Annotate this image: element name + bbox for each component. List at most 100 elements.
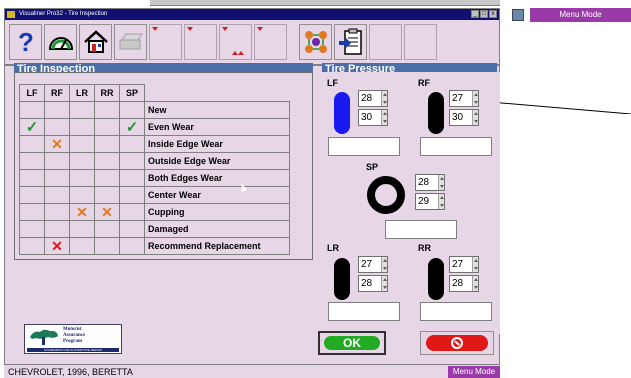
column-header-lf: LF bbox=[19, 84, 45, 102]
inspection-cell-lf[interactable] bbox=[19, 186, 45, 204]
rr-spec-pressure[interactable]: 27 bbox=[449, 256, 479, 273]
inspection-cell-rr[interactable] bbox=[94, 169, 120, 187]
spinner-arrows-icon[interactable] bbox=[381, 257, 387, 272]
rr-tire-icon bbox=[428, 258, 444, 300]
inspection-cell-sp[interactable]: ✓ bbox=[119, 118, 145, 136]
sp-spec-pressure[interactable]: 28 bbox=[415, 174, 445, 191]
lf-actual-pressure[interactable]: 30 bbox=[358, 109, 388, 126]
inspection-cell-lf[interactable] bbox=[19, 101, 45, 119]
toolbar-slot-4[interactable] bbox=[254, 24, 287, 60]
ok-button[interactable]: OK bbox=[318, 331, 386, 355]
inspection-cell-rf[interactable]: ✕ bbox=[44, 237, 70, 255]
toolbar-slot-2[interactable] bbox=[184, 24, 217, 60]
inspection-cell-lr[interactable] bbox=[69, 186, 95, 204]
inspection-cell-rf[interactable]: ✕ bbox=[44, 135, 70, 153]
inspection-cell-rf[interactable] bbox=[44, 152, 70, 170]
inspection-condition-label: Cupping bbox=[144, 203, 290, 221]
inspection-cell-sp[interactable] bbox=[119, 152, 145, 170]
inspection-cell-sp[interactable] bbox=[119, 135, 145, 153]
lr-spec-pressure[interactable]: 27 bbox=[358, 256, 388, 273]
inspection-cell-sp[interactable] bbox=[119, 237, 145, 255]
inspection-cell-rr[interactable] bbox=[94, 186, 120, 204]
inspection-cell-rf[interactable] bbox=[44, 169, 70, 187]
clipboard-export-icon bbox=[338, 28, 362, 55]
inspection-row: ✕ Inside Edge Wear bbox=[19, 135, 290, 153]
lf-spec-pressure[interactable]: 28 bbox=[358, 90, 388, 107]
inspection-cell-rr[interactable] bbox=[94, 135, 120, 153]
spinner-arrows-icon[interactable] bbox=[472, 91, 478, 106]
red-marker-icon bbox=[187, 27, 193, 31]
rr-actual-pressure[interactable]: 28 bbox=[449, 275, 479, 292]
lf-note-field[interactable] bbox=[328, 137, 400, 156]
inspection-cell-rr[interactable]: ✕ bbox=[94, 203, 120, 221]
inspection-cell-rf[interactable] bbox=[44, 186, 70, 204]
orange-x-icon: ✕ bbox=[76, 204, 88, 220]
rf-note-field[interactable] bbox=[420, 137, 492, 156]
spinner-arrows-icon[interactable] bbox=[381, 91, 387, 106]
toolbar-slot-3[interactable] bbox=[219, 24, 252, 60]
spinner-arrows-icon[interactable] bbox=[472, 257, 478, 272]
inspection-cell-lr[interactable] bbox=[69, 118, 95, 136]
inspection-row: ✕ Recommend Replacement bbox=[19, 237, 290, 255]
rr-note-field[interactable] bbox=[420, 302, 492, 321]
inspection-cell-lf[interactable]: ✓ bbox=[19, 118, 45, 136]
spinner-arrows-icon[interactable] bbox=[381, 276, 387, 291]
print-button[interactable] bbox=[114, 24, 147, 60]
inspection-cell-lr[interactable] bbox=[69, 169, 95, 187]
inspection-cell-lf[interactable] bbox=[19, 203, 45, 221]
minimize-button[interactable]: _ bbox=[471, 10, 479, 18]
inspection-cell-lf[interactable] bbox=[19, 220, 45, 238]
toolbar-slot-6[interactable] bbox=[404, 24, 437, 60]
inspection-cell-lf[interactable] bbox=[19, 135, 45, 153]
inspection-cell-lr[interactable]: ✕ bbox=[69, 203, 95, 221]
spinner-arrows-icon[interactable] bbox=[438, 175, 444, 190]
inspection-cell-sp[interactable] bbox=[119, 186, 145, 204]
inspection-cell-rr[interactable] bbox=[94, 118, 120, 136]
lf-spec-value: 28 bbox=[361, 93, 373, 104]
cancel-button[interactable] bbox=[420, 331, 494, 355]
inspection-cell-lf[interactable] bbox=[19, 237, 45, 255]
inspection-cell-lr[interactable] bbox=[69, 135, 95, 153]
app-icon bbox=[7, 11, 15, 18]
help-button[interactable]: ? bbox=[9, 24, 42, 60]
inspection-cell-lr[interactable] bbox=[69, 101, 95, 119]
inspection-cell-lr[interactable] bbox=[69, 220, 95, 238]
inspection-cell-sp[interactable] bbox=[119, 101, 145, 119]
inspection-cell-rf[interactable] bbox=[44, 203, 70, 221]
inspection-cell-lf[interactable] bbox=[19, 169, 45, 187]
inspection-cell-rr[interactable] bbox=[94, 101, 120, 119]
inspection-cell-lr[interactable] bbox=[69, 152, 95, 170]
inspection-cell-rf[interactable] bbox=[44, 118, 70, 136]
column-header-sp: SP bbox=[119, 84, 145, 102]
rf-spec-pressure[interactable]: 27 bbox=[449, 90, 479, 107]
export-button[interactable] bbox=[334, 24, 367, 60]
rf-actual-pressure[interactable]: 30 bbox=[449, 109, 479, 126]
inspection-cell-lr[interactable] bbox=[69, 237, 95, 255]
spinner-arrows-icon[interactable] bbox=[381, 110, 387, 125]
gauge-button[interactable] bbox=[44, 24, 77, 60]
inspection-cell-lf[interactable] bbox=[19, 152, 45, 170]
lr-note-field[interactable] bbox=[328, 302, 400, 321]
toolbar-slot-1[interactable] bbox=[149, 24, 182, 60]
spinner-arrows-icon[interactable] bbox=[472, 110, 478, 125]
inspection-cell-rr[interactable] bbox=[94, 220, 120, 238]
title-bar: Visualiner Pro32 - Tire Inspection _ □ x bbox=[5, 9, 499, 20]
spinner-arrows-icon[interactable] bbox=[472, 276, 478, 291]
sp-actual-pressure[interactable]: 29 bbox=[415, 193, 445, 210]
inspection-cell-sp[interactable] bbox=[119, 169, 145, 187]
tire-rotation-button[interactable] bbox=[299, 24, 332, 60]
sp-note-field[interactable] bbox=[385, 220, 457, 239]
inspection-cell-sp[interactable] bbox=[119, 203, 145, 221]
inspection-cell-rf[interactable] bbox=[44, 220, 70, 238]
inspection-cell-rf[interactable] bbox=[44, 101, 70, 119]
inspection-cell-rr[interactable] bbox=[94, 237, 120, 255]
inspection-cell-rr[interactable] bbox=[94, 152, 120, 170]
inspection-cell-sp[interactable] bbox=[119, 220, 145, 238]
home-button[interactable] bbox=[79, 24, 112, 60]
lr-actual-pressure[interactable]: 28 bbox=[358, 275, 388, 292]
spinner-arrows-icon[interactable] bbox=[438, 194, 444, 209]
inspection-condition-label: New bbox=[144, 101, 290, 119]
toolbar-slot-5[interactable] bbox=[369, 24, 402, 60]
maximize-button[interactable]: □ bbox=[480, 10, 488, 18]
close-button[interactable]: x bbox=[489, 10, 497, 18]
